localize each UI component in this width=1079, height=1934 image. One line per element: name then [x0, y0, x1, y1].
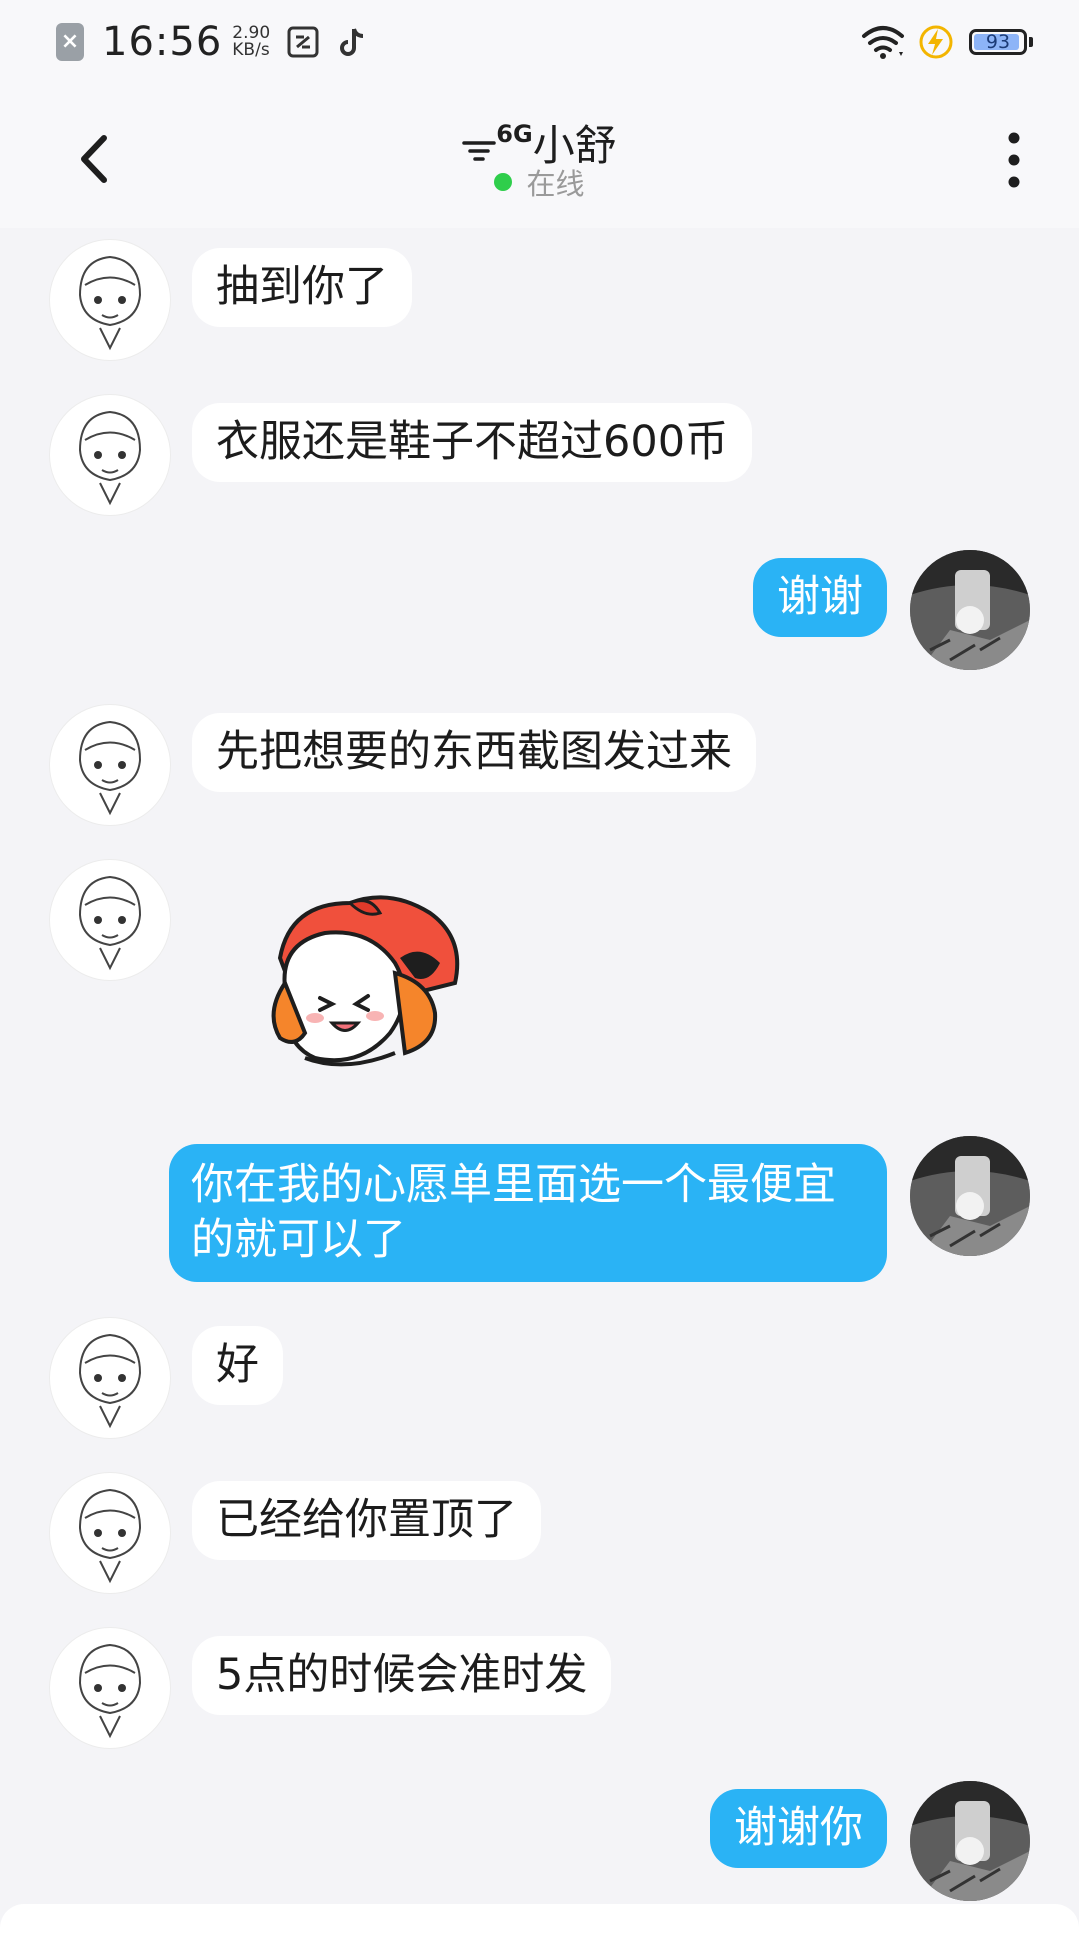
- screenshot-app-icon: [287, 26, 319, 58]
- chat-header: 6G小舒 在线: [0, 84, 1079, 228]
- wifi-icon: [862, 26, 904, 59]
- status-time: 16:56: [102, 19, 223, 65]
- contact-avatar[interactable]: [50, 240, 170, 360]
- outgoing-message-bubble[interactable]: 谢谢: [753, 558, 887, 637]
- outgoing-message-bubble[interactable]: 谢谢你: [710, 1789, 887, 1868]
- input-bar-edge: [0, 1904, 1079, 1934]
- wifi-icon: [462, 141, 497, 161]
- battery-icon: 93: [969, 29, 1027, 55]
- contact-avatar[interactable]: [50, 1628, 170, 1748]
- online-dot-icon: [494, 173, 513, 191]
- contact-avatar[interactable]: [50, 860, 170, 980]
- more-options-button[interactable]: [999, 128, 1029, 192]
- status-bar: × 16:56 2.90 KB/s 93: [0, 0, 1079, 84]
- incoming-message-bubble[interactable]: 已经给你置顶了: [192, 1481, 541, 1560]
- contact-avatar[interactable]: [50, 395, 170, 515]
- my-avatar[interactable]: [910, 1136, 1030, 1256]
- online-status: 在线: [0, 164, 1079, 204]
- online-status-text: 在线: [526, 167, 585, 201]
- incoming-message-bubble[interactable]: 先把想要的东西截图发过来: [192, 713, 756, 792]
- message-list[interactable]: 抽到你了 衣服还是鞋子不超过600币 谢谢 先把想要的东西截图发过来 你在我的心…: [0, 228, 1079, 1934]
- charging-icon: [919, 25, 953, 59]
- contact-avatar[interactable]: [50, 1473, 170, 1593]
- my-avatar[interactable]: [910, 1781, 1030, 1901]
- incoming-message-bubble[interactable]: 好: [192, 1326, 283, 1405]
- my-avatar[interactable]: [910, 550, 1030, 670]
- incoming-message-bubble[interactable]: 衣服还是鞋子不超过600币: [192, 403, 753, 482]
- contact-name-text: 小舒: [532, 121, 617, 170]
- incoming-message-bubble[interactable]: 5点的时候会准时发: [192, 1636, 612, 1715]
- tiktok-icon: [340, 28, 364, 56]
- battery-level: 93: [985, 31, 1011, 53]
- network-speed: 2.90 KB/s: [232, 25, 270, 59]
- sim-card-icon: ×: [56, 23, 84, 61]
- network-speed-unit: KB/s: [232, 40, 270, 60]
- outgoing-message-bubble[interactable]: 你在我的心愿单里面选一个最便宜的就可以了: [169, 1144, 887, 1282]
- title-6g-label: 6G: [496, 120, 533, 148]
- incoming-message-bubble[interactable]: 抽到你了: [192, 248, 412, 327]
- contact-avatar[interactable]: [50, 705, 170, 825]
- contact-avatar[interactable]: [50, 1318, 170, 1438]
- anime-girl-sticker[interactable]: [250, 888, 480, 1078]
